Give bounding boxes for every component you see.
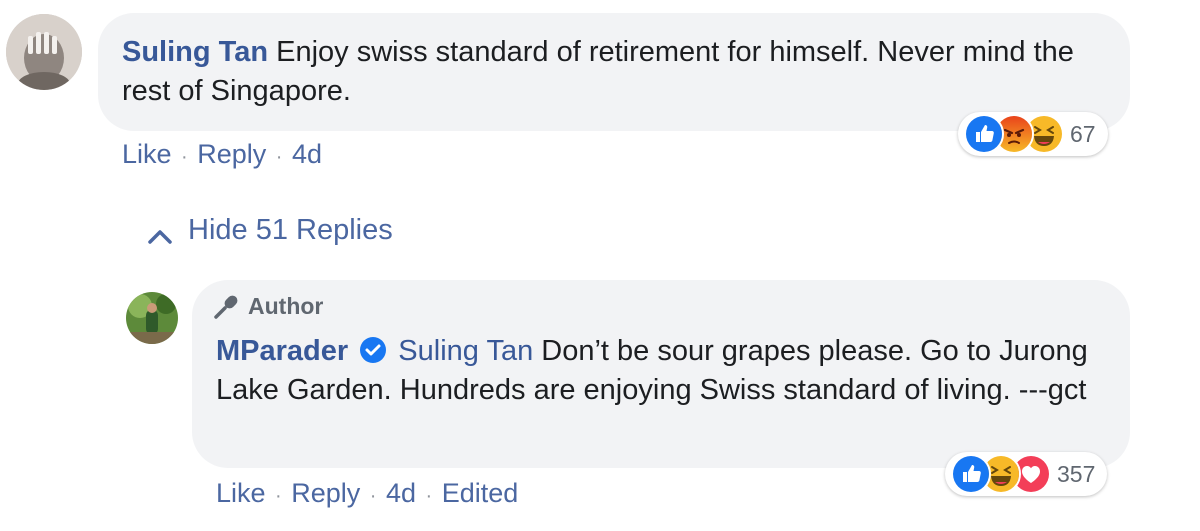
timestamp-link[interactable]: 4d xyxy=(292,139,322,169)
reply-link[interactable]: Reply xyxy=(291,478,360,508)
comment-reaction-count: 67 xyxy=(1070,120,1096,147)
hide-replies-label: Hide 51 Replies xyxy=(188,214,393,246)
microphone-icon xyxy=(212,292,242,320)
reply-reaction-count: 357 xyxy=(1057,460,1096,487)
reply-link[interactable]: Reply xyxy=(197,139,266,169)
separator: · xyxy=(369,485,377,507)
like-icon xyxy=(951,454,991,494)
separator: · xyxy=(275,146,283,168)
reply-author-link[interactable]: MParader xyxy=(216,335,348,367)
like-link[interactable]: Like xyxy=(216,478,266,508)
verified-badge-icon xyxy=(358,335,388,365)
reply-bubble: Author MParader Suling Tan Don’t be sour… xyxy=(192,280,1130,468)
author-badge-label: Author xyxy=(248,292,324,319)
reply-body: MParader Suling Tan Don’t be sour grapes… xyxy=(216,332,1096,410)
comment-actions: Like · Reply · 4d xyxy=(122,139,322,170)
commenter-avatar[interactable] xyxy=(6,14,82,90)
separator: · xyxy=(181,146,188,168)
like-icon xyxy=(964,114,1004,154)
author-badge: Author xyxy=(212,292,323,320)
comment-author-link[interactable]: Suling Tan xyxy=(122,36,268,68)
reply-author-avatar[interactable] xyxy=(126,292,178,344)
edited-link[interactable]: Edited xyxy=(442,478,519,508)
reply-actions: Like · Reply · 4d · Edited xyxy=(216,478,518,509)
comment-body: Suling Tan Enjoy swiss standard of retir… xyxy=(122,33,1082,111)
chevron-up-icon xyxy=(146,221,174,244)
mention-link[interactable]: Suling Tan xyxy=(398,335,533,367)
timestamp-link[interactable]: 4d xyxy=(386,478,416,508)
separator: · xyxy=(425,485,433,507)
separator: · xyxy=(275,485,282,507)
comment-reactions[interactable]: 67 xyxy=(958,112,1108,156)
reply-reactions[interactable]: 357 xyxy=(945,452,1108,496)
like-link[interactable]: Like xyxy=(122,139,172,169)
hide-replies-button[interactable]: Hide 51 Replies xyxy=(146,214,393,247)
